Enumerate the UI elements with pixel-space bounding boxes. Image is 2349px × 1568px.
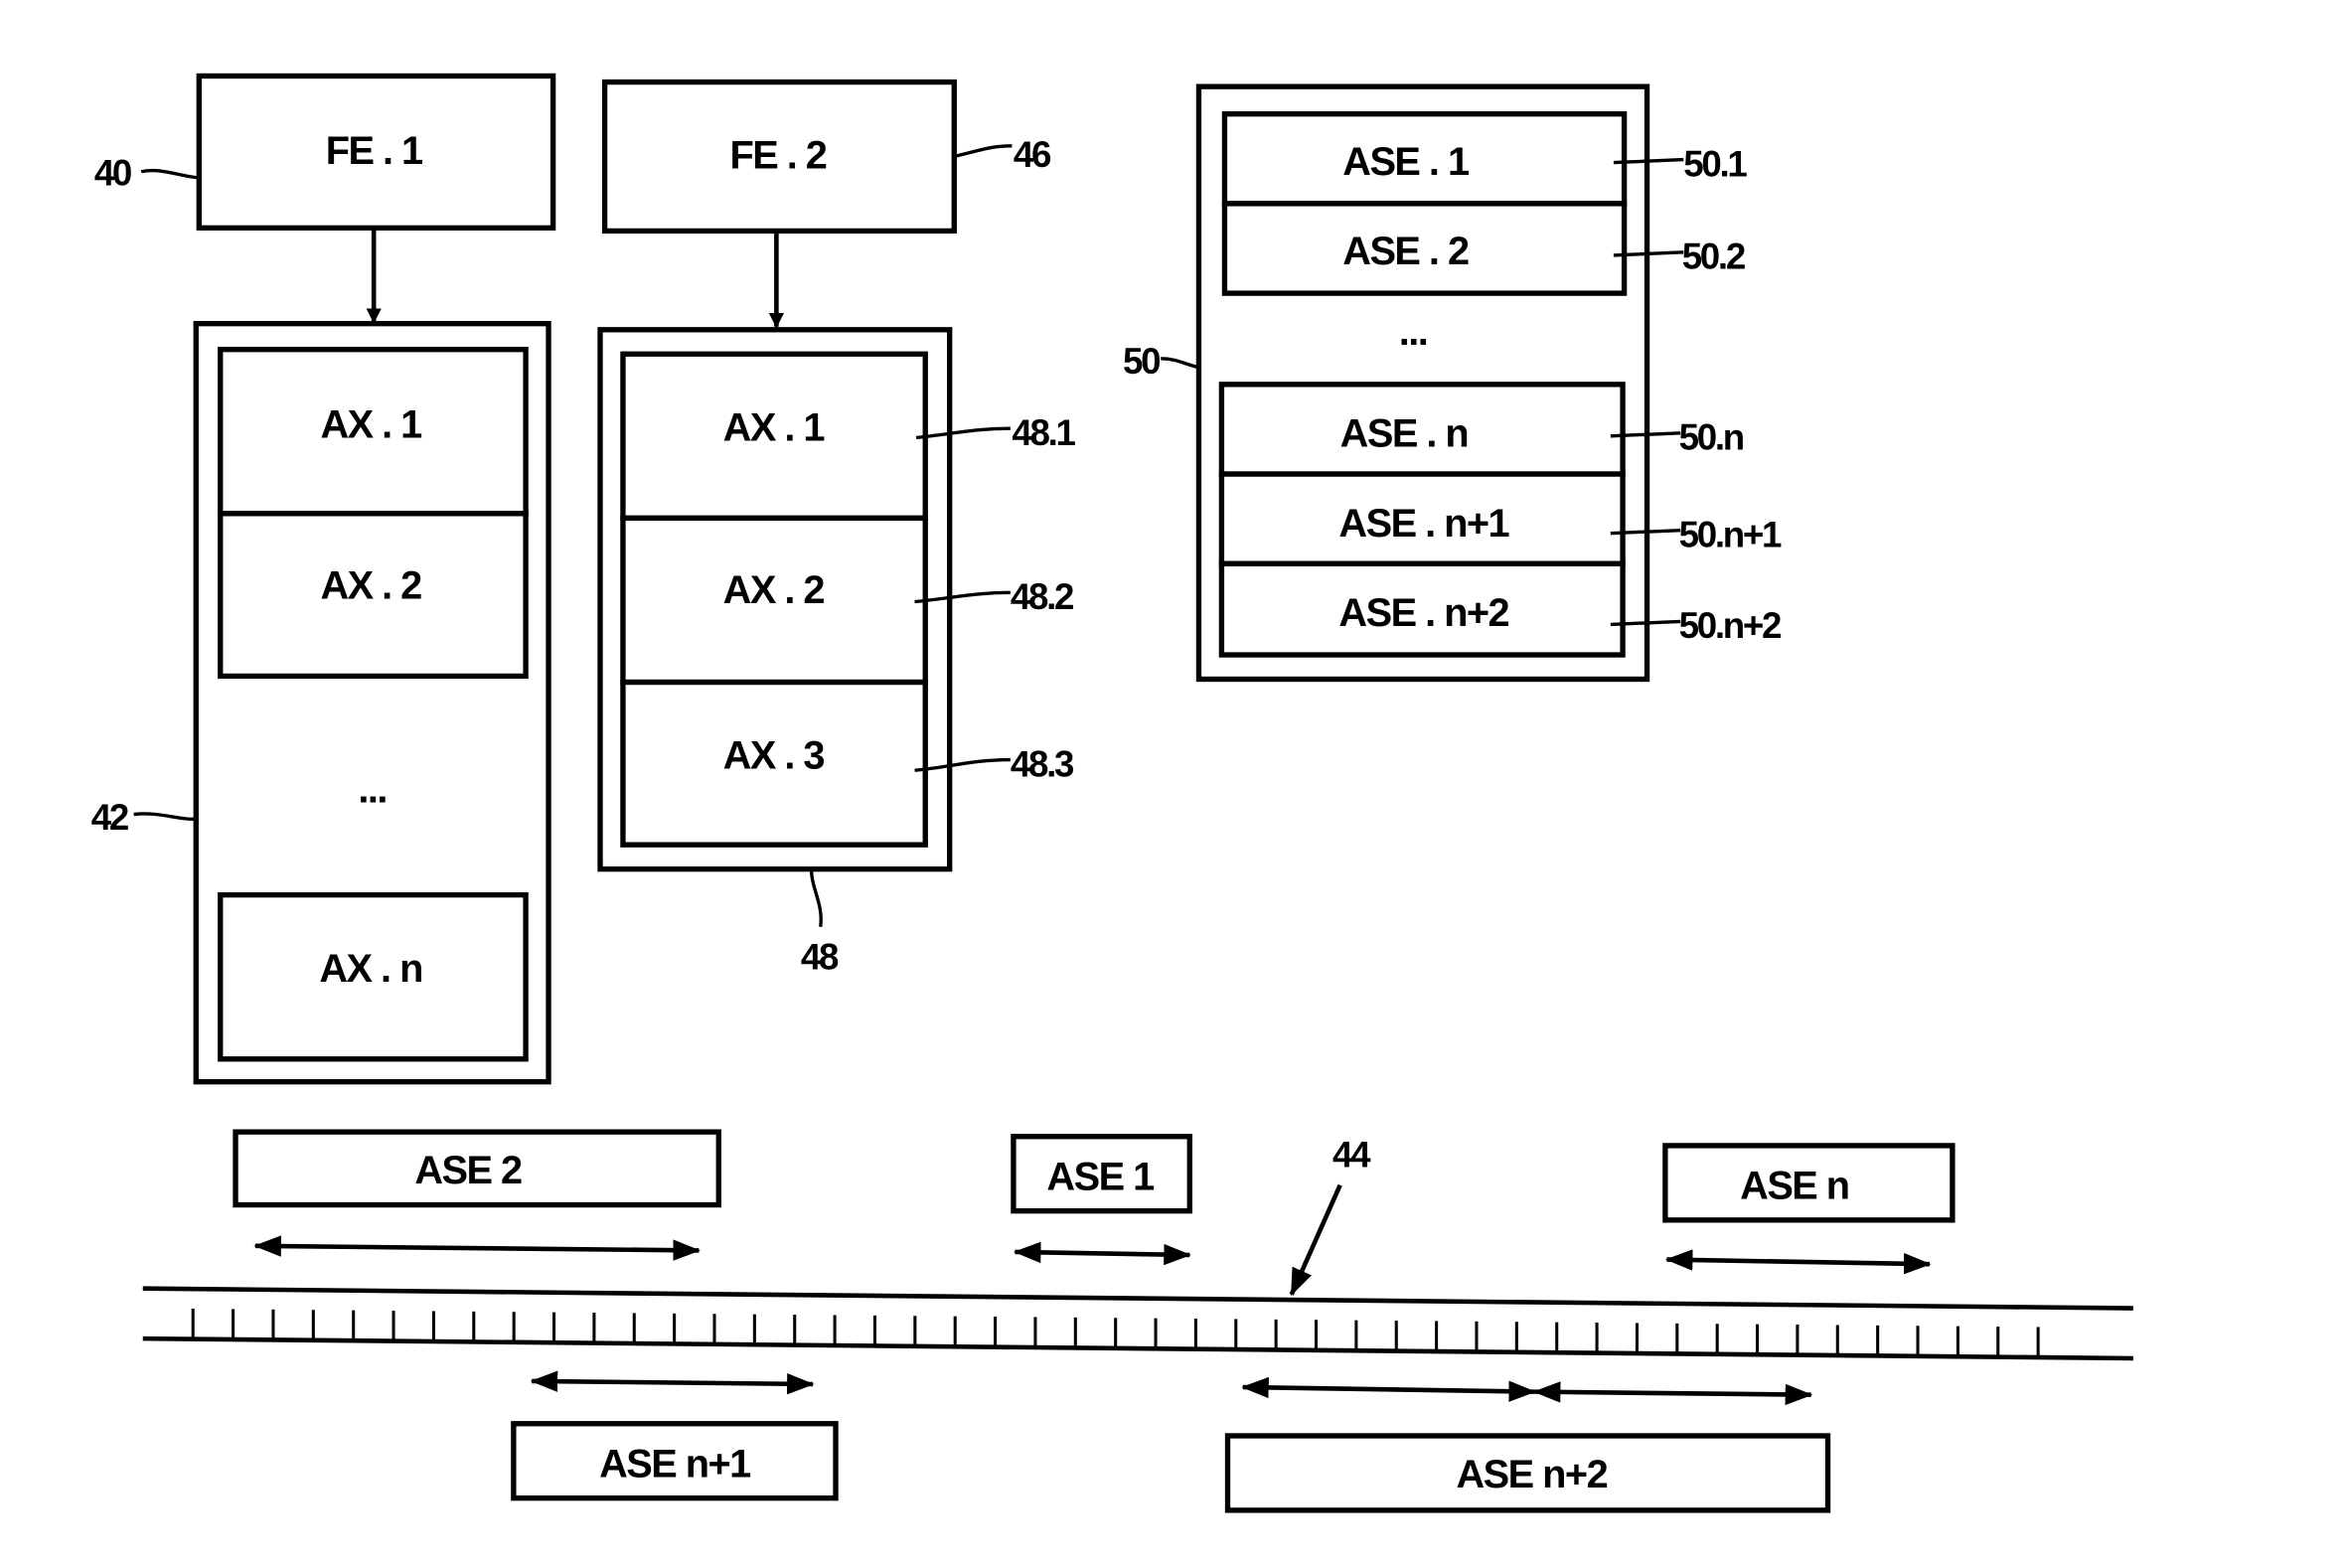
- segment-ase-1: ASE 1: [1011, 1134, 1192, 1266]
- segment-ase-n1: ASE n+1: [511, 1370, 839, 1501]
- fe-2-block: FE . 2: [601, 78, 957, 235]
- segment-ase-1-range-arrow: [1013, 1241, 1191, 1266]
- fe-1-block: FE . 1: [196, 73, 556, 232]
- ase-group-50: ASE . 1 ASE . 2 ... ASE . n ASE . n+1 AS…: [1195, 83, 1650, 683]
- segment-ase-n2-range-arrow-b: [1532, 1381, 1813, 1406]
- ref-50-n1-label: 50.n+1: [1679, 514, 1782, 554]
- segment-ase-n1-label: ASE n+1: [599, 1442, 750, 1486]
- ax-n-label: AX . n: [319, 947, 421, 991]
- bus-44: [142, 1286, 2133, 1361]
- ref-40-label: 40: [94, 153, 131, 194]
- segment-ase-2: ASE 2: [233, 1129, 721, 1261]
- ref-42: 42: [91, 797, 198, 838]
- ref-50: 50: [1123, 341, 1201, 382]
- ax48-3-label: AX . 3: [723, 734, 825, 778]
- ax48-2-label: AX . 2: [723, 568, 825, 612]
- ax-2-label: AX . 2: [320, 563, 421, 607]
- ax-group-42: AX . 1 AX . 2 ... AX . n: [193, 321, 551, 1085]
- ref-50-n-label: 50.n: [1679, 417, 1744, 458]
- segment-ase-1-label: ASE 1: [1046, 1155, 1154, 1198]
- segment-ase-n-range-arrow: [1664, 1249, 1932, 1275]
- segment-ase-2-range-arrow: [253, 1235, 701, 1261]
- ref-44-label: 44: [1332, 1134, 1371, 1175]
- ref-50-1-label: 50.1: [1683, 143, 1747, 184]
- ax48-1-label: AX . 1: [723, 405, 825, 449]
- segment-ase-n-label: ASE n: [1740, 1164, 1848, 1207]
- ref-46-label: 46: [1014, 134, 1051, 175]
- segment-ase-n2-label: ASE n+2: [1456, 1453, 1607, 1496]
- segment-ase-n: ASE n: [1662, 1143, 1956, 1275]
- ref-50-n2-label: 50.n+2: [1679, 605, 1781, 646]
- ax-1-label: AX . 1: [320, 402, 421, 446]
- ref-48-label: 48: [801, 937, 839, 978]
- ase-ellipsis: ...: [1399, 310, 1428, 354]
- fe-2-label: FE . 2: [729, 134, 826, 178]
- ref-42-label: 42: [91, 797, 128, 838]
- segment-ase-n2: ASE n+2: [1224, 1376, 1831, 1513]
- ref-48-2-label: 48.2: [1011, 576, 1073, 617]
- ref-48-1-label: 48.1: [1012, 412, 1075, 453]
- ref-50-label: 50: [1123, 341, 1160, 382]
- ase-n1-label: ASE . n+1: [1338, 502, 1508, 546]
- segment-ase-2-label: ASE 2: [414, 1149, 522, 1192]
- ref-44: 44: [1289, 1134, 1373, 1297]
- diagram-canvas: FE . 1 40 FE . 2 46 AX . 1 AX . 2 ... AX…: [91, 73, 2133, 1513]
- ase-n-label: ASE . n: [1340, 412, 1468, 456]
- ase-n2-label: ASE . n+2: [1338, 591, 1508, 635]
- ax-group-48: AX . 1 AX . 2 AX . 3: [597, 327, 953, 872]
- fe-1-label: FE . 1: [326, 129, 422, 173]
- ref-40: 40: [94, 153, 200, 194]
- ref-46: 46: [953, 134, 1053, 175]
- ase-1-label: ASE . 1: [1342, 140, 1469, 184]
- segment-ase-n2-range-arrow-a: [1241, 1376, 1536, 1402]
- ase-2-label: ASE . 2: [1342, 230, 1469, 273]
- ref-50-2-label: 50.2: [1682, 236, 1745, 277]
- ref-48-3-label: 48.3: [1011, 743, 1074, 784]
- segment-ase-n1-range-arrow: [530, 1370, 815, 1395]
- ref-48: 48: [801, 868, 841, 978]
- ax-ellipsis: ...: [358, 767, 387, 811]
